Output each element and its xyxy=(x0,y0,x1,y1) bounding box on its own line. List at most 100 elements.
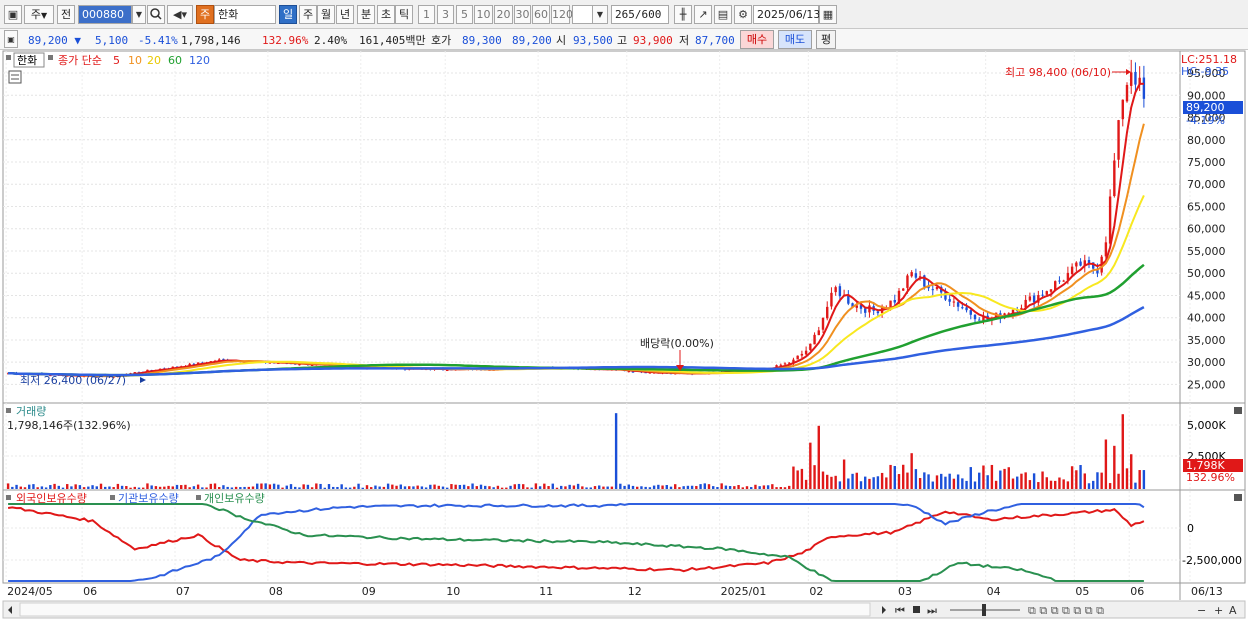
candle-body xyxy=(1113,160,1116,197)
volume-bar xyxy=(209,483,212,489)
volume-bar xyxy=(897,474,901,489)
foreign-legend: 외국인보유수량 xyxy=(16,492,87,505)
font-icon[interactable]: A xyxy=(1229,604,1237,617)
ma60-legend: 60 xyxy=(168,54,182,67)
price-tick-label: 55,000 xyxy=(1187,245,1226,258)
volume-bar xyxy=(796,470,799,489)
holding-close-icon[interactable] xyxy=(1234,494,1242,501)
volume-bar xyxy=(826,474,829,489)
toolbar-icons[interactable]: ⧉ ⧉ ⧉ ⧉ ⧉ ⧉ ⧉ xyxy=(1028,604,1104,617)
volume-bar xyxy=(1037,482,1040,489)
candle-body xyxy=(1028,296,1032,301)
step-forward-icon[interactable]: ⏭ xyxy=(927,604,937,617)
volume-bar xyxy=(184,484,187,489)
volume-bar xyxy=(885,477,888,489)
volume-bar xyxy=(1054,480,1057,489)
volume-bar xyxy=(298,487,301,489)
volume-bar xyxy=(779,487,782,489)
volume-bar xyxy=(471,483,474,489)
volume-bar xyxy=(361,487,364,489)
candle-body xyxy=(914,273,918,278)
volume-bar xyxy=(910,453,913,489)
volume-bar xyxy=(500,487,504,489)
volume-bar xyxy=(775,487,778,489)
volume-bar xyxy=(251,486,255,489)
volume-bar xyxy=(167,485,170,489)
volume-bar xyxy=(87,486,90,489)
volume-bar xyxy=(699,484,702,489)
volume-bar xyxy=(28,484,31,489)
volume-bar xyxy=(999,470,1002,489)
volume-bar xyxy=(830,476,833,489)
volume-bar xyxy=(306,484,310,489)
volume-bar xyxy=(728,486,732,489)
legend-bullet-icon xyxy=(48,55,53,60)
volume-bar xyxy=(479,484,483,489)
date-tick-label: 11 xyxy=(539,585,553,598)
zoom-out-icon[interactable]: − xyxy=(1197,604,1206,617)
step-back-icon[interactable]: ⏮ xyxy=(895,604,905,617)
volume-bar xyxy=(370,487,373,489)
volume-bar xyxy=(602,486,605,489)
volume-bar xyxy=(716,487,719,489)
volume-bar xyxy=(386,483,390,489)
volume-bar xyxy=(450,484,453,489)
volume-bar xyxy=(416,485,419,489)
dividend-annotation: 배당락(0.00%) xyxy=(640,337,714,350)
volume-bar xyxy=(809,442,812,489)
volume-bar xyxy=(927,474,930,489)
volume-bar xyxy=(889,464,892,489)
volume-bar xyxy=(348,487,352,489)
volume-bar xyxy=(467,486,470,489)
volume-bar xyxy=(137,487,141,489)
table-toggle-icon[interactable] xyxy=(8,70,22,84)
date-tick-label: 06 xyxy=(83,585,97,598)
volume-bar xyxy=(914,469,918,489)
volume-bar xyxy=(994,480,998,489)
volume-bar xyxy=(277,484,280,489)
volume-bar xyxy=(1003,468,1006,489)
zoom-handle[interactable] xyxy=(982,604,986,616)
volume-bar xyxy=(340,484,343,489)
volume-bar xyxy=(657,484,660,489)
volume-bar xyxy=(876,476,880,489)
price-tick-label: 75,000 xyxy=(1187,156,1226,169)
volume-bar xyxy=(222,485,225,489)
stop-icon[interactable] xyxy=(913,606,920,613)
zoom-in-icon[interactable]: + xyxy=(1214,604,1223,617)
candles xyxy=(6,59,1146,379)
volume-bar xyxy=(1142,470,1146,489)
volume-bar xyxy=(766,485,770,489)
price-tick-label: 60,000 xyxy=(1187,223,1226,236)
volume-bar xyxy=(403,486,407,489)
candle-body xyxy=(631,371,635,373)
volume-close-icon[interactable] xyxy=(1234,407,1242,414)
volume-bar xyxy=(429,484,432,489)
volume-bar xyxy=(1092,480,1095,489)
volume-bar xyxy=(44,487,48,489)
last-volume-pct: 132.96% xyxy=(1186,471,1235,484)
volume-bar xyxy=(674,484,677,489)
volume-bar xyxy=(513,484,516,489)
candle-body xyxy=(783,363,787,365)
date-tick-label: 02 xyxy=(809,585,823,598)
volume-bar xyxy=(1041,471,1044,489)
candle-body xyxy=(973,314,977,320)
candle-body xyxy=(1070,266,1074,275)
volume-bar xyxy=(226,486,229,489)
volume-bar xyxy=(36,487,39,489)
ma120-legend: 120 xyxy=(189,54,210,67)
volume-bar xyxy=(1028,480,1032,489)
volume-bar xyxy=(213,483,217,489)
volume-bar xyxy=(74,484,77,489)
volume-bar xyxy=(158,486,162,489)
volume-bar xyxy=(1011,478,1015,489)
date-tick-label: 06/13 xyxy=(1191,585,1223,598)
volume-bar xyxy=(1045,477,1048,489)
volume-bar xyxy=(1066,481,1070,489)
scroll-track[interactable] xyxy=(19,602,871,617)
volume-bar xyxy=(530,487,533,489)
volume-bar xyxy=(458,484,462,489)
volume-bar xyxy=(475,486,478,489)
holding-line-0 xyxy=(7,506,1145,573)
